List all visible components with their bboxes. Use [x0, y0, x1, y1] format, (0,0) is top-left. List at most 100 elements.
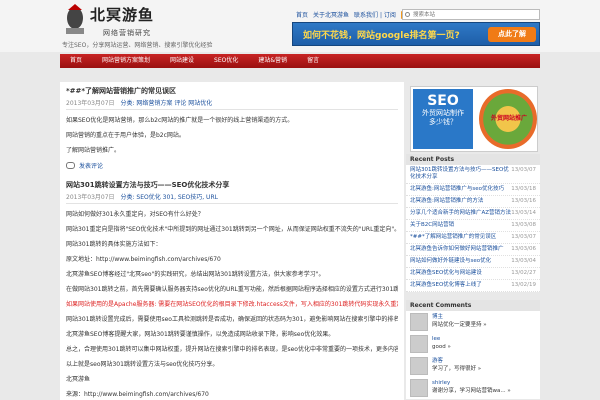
comment-excerpt[interactable]: 学习了，写得很好 »: [432, 365, 481, 373]
top-links: 首页 关于北冥游鱼 联系我们 | 订阅: [296, 10, 409, 19]
toplink-home[interactable]: 首页: [296, 10, 308, 19]
recent-post-date: 13/03/04: [511, 258, 536, 264]
recent-post-item[interactable]: 北冥游鱼告诉你如何做好网站营销推广 13/03/06: [406, 244, 540, 256]
comment-excerpt[interactable]: 谢谢分享，学习网站营销wa... »: [432, 387, 511, 395]
recent-post-link[interactable]: 北冥游鱼:网站营销推广的方法: [410, 198, 483, 205]
main-nav: 首页 网站营销方案策划 网站建设 SEO优化 建站&营销 留言: [60, 54, 540, 68]
recent-post-link[interactable]: 网站如何做好外链建设与seo优化: [410, 258, 491, 265]
post: *##*了解网站营销推广的常见误区 2013年03月07日 分类: 网络营销方案…: [60, 82, 404, 170]
comment-author[interactable]: 游客: [432, 358, 443, 364]
comment-author[interactable]: shirley: [432, 380, 450, 386]
post-title[interactable]: 网站301跳转设置方法与技巧——SEO优化技术分享: [66, 180, 398, 190]
avatar: [410, 379, 428, 397]
post-paragraph: 网站301重定向是指将"SEO优化技术"中所提到的网址通过301跳转到另一个网址…: [66, 226, 398, 233]
nav-item-web-build[interactable]: 网站建设: [160, 54, 204, 68]
site-logo[interactable]: [62, 4, 88, 36]
recent-post-link[interactable]: *##*了解网站营销推广的常见误区: [410, 234, 496, 241]
comment-bubble-icon: [66, 162, 75, 169]
recent-comments-list: 博主 网站优化一定要坚持 » lee good » 游客 学习了，写得很好 » shirle…: [406, 311, 540, 399]
post-title[interactable]: *##*了解网站营销推广的常见误区: [66, 86, 398, 96]
post-tags[interactable]: 301, SEO技巧, URL: [163, 194, 218, 201]
post-paragraph: 网站如何做好301永久重定向，对SEO有什么好处？: [66, 211, 204, 218]
nav-item-guestbook[interactable]: 留言: [297, 54, 329, 68]
avatar: [410, 313, 428, 331]
recent-post-date: 13/03/16: [511, 198, 536, 204]
recent-comment-item: lee good »: [406, 333, 540, 355]
toplink-about[interactable]: 关于北冥游鱼: [313, 10, 349, 19]
comment-text-block: shirley 谢谢分享，学习网站营销wa... »: [432, 379, 511, 397]
post-title-link[interactable]: *##*了解网站营销推广的常见误区: [66, 87, 176, 95]
comment-author[interactable]: 博主: [432, 314, 443, 320]
recent-post-item[interactable]: 北冥游鱼SEO优化与网站建设 13/02/27: [406, 268, 540, 280]
post-comments-link[interactable]: 评论: [174, 100, 186, 107]
recent-comment-item: 博主 网站优化一定要坚持 »: [406, 311, 540, 333]
sidebar-ad[interactable]: SEO 外贸网站制作 多少钱？ 外贸网站推广: [410, 86, 538, 152]
recent-comment-item: 游客 学习了，写得很好 »: [406, 355, 540, 377]
seo-ad-box[interactable]: SEO 外贸网站制作 多少钱？: [413, 89, 473, 149]
site-header: 北冥游鱼 网络营销研究 专注SEO，分享网站运营、网络营销、搜索引擎优化经验 首…: [0, 0, 600, 52]
site-subtitle: 网络营销研究: [103, 29, 151, 37]
recent-post-item[interactable]: 北冥游鱼:网站营销推广与seo优化技巧 13/03/18: [406, 184, 540, 196]
nav-item-home[interactable]: 首页: [60, 54, 92, 68]
post: 网站301跳转设置方法与技巧——SEO优化技术分享 2013年03月07日 分类…: [60, 176, 404, 399]
post-paragraph: 如果SEO优化是网站营销，那么b2c网站的推广就是一个很好的线上营销渠道的方式。: [66, 117, 294, 124]
promo-circle-graphic[interactable]: 外贸网站推广: [479, 89, 537, 149]
nav-item-seo[interactable]: SEO优化: [204, 54, 248, 68]
comment-author[interactable]: lee: [432, 336, 440, 342]
post-date: 2013年03月07日: [66, 194, 115, 201]
post-tag[interactable]: 网站优化: [188, 100, 212, 107]
recent-post-date: 13/03/14: [511, 210, 536, 216]
promo-circle-label: 外贸网站推广: [491, 115, 528, 122]
sidebar: SEO 外贸网站制作 多少钱？ 外贸网站推广 Recent Posts 网站30…: [406, 82, 540, 400]
seo-ad-title: SEO: [427, 93, 459, 109]
nav-item-build-marketing[interactable]: 建站&营销: [248, 54, 297, 68]
recent-post-date: 13/03/07: [511, 167, 536, 173]
recent-post-item[interactable]: 网站301跳转设置方法与技巧——SEO优化技术分享 13/03/07: [406, 165, 540, 184]
add-comment-label[interactable]: 发表评论: [79, 161, 103, 170]
add-comment-link[interactable]: 发表评论: [66, 161, 398, 170]
post-paragraph: 在做网站301跳转之前，首先需要确认服务器支持seo优化的URL重写功能，然后根…: [66, 286, 398, 293]
nav-item-marketing-plan[interactable]: 网站营销方案策划: [92, 54, 160, 68]
recent-post-link[interactable]: 关于B2C网站营销: [410, 222, 454, 229]
recent-post-item[interactable]: 分享几个适合新手的网站推广AZ营销方法 13/03/14: [406, 208, 540, 220]
recent-post-link[interactable]: 北冥游鱼告诉你如何做好网站营销推广: [410, 246, 504, 253]
recent-post-item[interactable]: 北冥游鱼:网站营销推广的方法 13/03/16: [406, 196, 540, 208]
post-title-link[interactable]: 网站301跳转设置方法与技巧——SEO优化技术分享: [66, 181, 229, 189]
recent-post-link[interactable]: 北冥游鱼:网站营销推广与seo优化技巧: [410, 186, 504, 193]
recent-post-link[interactable]: 分享几个适合新手的网站推广AZ营销方法: [410, 210, 511, 217]
comment-excerpt[interactable]: 网站优化一定要坚持 »: [432, 321, 487, 329]
recent-post-item[interactable]: 网站如何做好外链建设与seo优化 13/03/04: [406, 256, 540, 268]
comment-excerpt[interactable]: good »: [432, 343, 451, 351]
recent-post-link[interactable]: 北冥游鱼SEO优化与网站建设: [410, 270, 482, 277]
post-category[interactable]: 分类: 网络营销方案: [120, 100, 172, 107]
post-paragraph: 北冥游鱼SEO博客经过"北冥seo"的实践研究，总结出网站301跳转设置方法，供…: [66, 271, 325, 278]
site-tagline: 专注SEO，分享网站运营、网络营销、搜索引擎优化经验: [62, 42, 213, 49]
recent-post-item[interactable]: 北冥游鱼SEO优化博客上线了 13/02/19: [406, 280, 540, 292]
avatar: [410, 335, 428, 353]
comment-text-block: 游客 学习了，写得很好 »: [432, 357, 481, 375]
recent-comments-widget: Recent Comments 博主 网站优化一定要坚持 » lee good » 游客…: [406, 300, 540, 399]
post-paragraph: 了解网站营销推广。: [66, 147, 121, 154]
recent-post-link[interactable]: 北冥游鱼SEO优化博客上线了: [410, 282, 482, 289]
banner-text: 如何不花钱，网站google排名第一页?: [303, 31, 460, 41]
recent-post-link[interactable]: 网站301跳转设置方法与技巧——SEO优化技术分享: [410, 167, 511, 181]
recent-post-item[interactable]: *##*了解网站营销推广的常见误区 13/03/07: [406, 232, 540, 244]
search-input[interactable]: [413, 10, 537, 19]
site-title[interactable]: 北冥游鱼: [90, 4, 154, 25]
post-paragraph: 网站301跳转的具体实施方法如下：: [66, 241, 162, 248]
recent-comments-title: Recent Comments: [406, 300, 540, 311]
main-content: *##*了解网站营销推广的常见误区 2013年03月07日 分类: 网络营销方案…: [60, 82, 404, 400]
comment-text-block: 博主 网站优化一定要坚持 »: [432, 313, 487, 331]
avatar: [410, 357, 428, 375]
toplink-contact[interactable]: 联系我们 | 订阅: [354, 10, 396, 19]
header-banner-ad[interactable]: 如何不花钱，网站google排名第一页? 点此了解: [292, 22, 540, 46]
banner-button[interactable]: 点此了解: [488, 27, 536, 42]
post-category[interactable]: 分类: SEO优化: [120, 194, 160, 201]
seo-ad-line1: 外贸网站制作: [422, 109, 464, 117]
recent-post-item[interactable]: 关于B2C网站营销 13/03/08: [406, 220, 540, 232]
search-icon: [405, 12, 410, 17]
comment-text-block: lee good »: [432, 335, 451, 353]
post-date: 2013年03月07日: [66, 100, 115, 107]
seo-ad-line2: 多少钱？: [429, 118, 457, 126]
recent-post-date: 13/03/08: [511, 222, 536, 228]
